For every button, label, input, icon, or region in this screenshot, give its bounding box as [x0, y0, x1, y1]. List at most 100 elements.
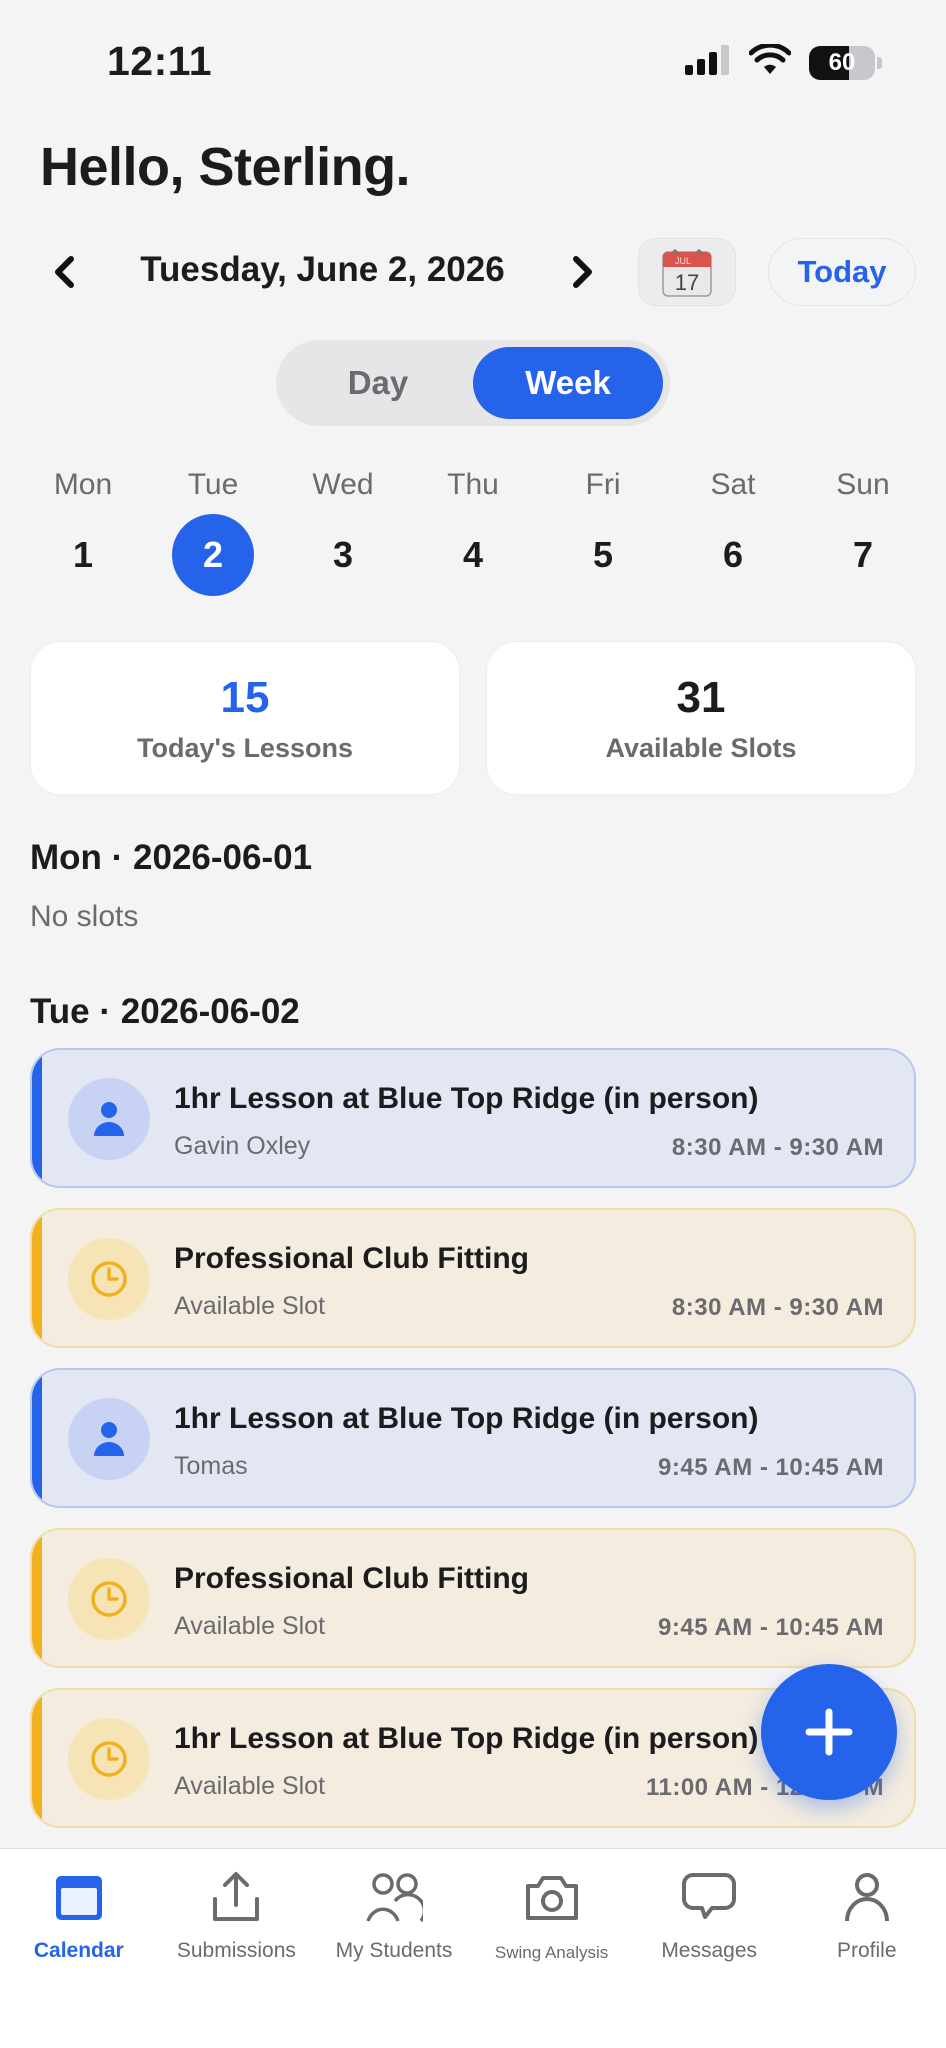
calendar-icon: JUL 17	[662, 249, 712, 297]
tab-label: Profile	[837, 1939, 897, 1962]
week-day[interactable]: Wed 3	[278, 460, 408, 596]
calendar-icon-day: 17	[675, 270, 699, 295]
slot-subtitle: Gavin Oxley	[174, 1132, 311, 1160]
clock-icon	[68, 1718, 150, 1800]
empty-slots-text: No slots	[30, 900, 139, 933]
weekday-name: Tue	[187, 468, 239, 501]
tab-bar: Calendar Submissions My Students Swing A…	[0, 1848, 946, 2048]
week-day[interactable]: Mon 1	[18, 460, 148, 596]
available-slots-label: Available Slots	[605, 732, 797, 763]
available-slot-card[interactable]: Professional Club Fitting Available Slot 8…	[30, 1208, 916, 1348]
slot-accent-bar	[32, 1690, 42, 1826]
week-day[interactable]: Fri 5	[538, 460, 668, 596]
slot-title: Professional Club Fitting	[174, 1242, 530, 1275]
week-view-option[interactable]: Week	[473, 347, 663, 419]
battery-level: 60	[828, 48, 856, 76]
add-slot-button[interactable]	[761, 1664, 897, 1800]
tab-label: Messages	[661, 1939, 758, 1962]
message-icon	[679, 1867, 739, 1927]
stats-row: 15 Today's Lessons 31 Available Slots	[30, 641, 916, 795]
available-slots-card: 31 Available Slots	[486, 641, 916, 795]
chevron-left-icon	[55, 256, 74, 288]
weekday-name: Sat	[710, 468, 756, 501]
slot-accent-bar	[32, 1530, 42, 1666]
calendar-icon	[49, 1867, 109, 1927]
signal-icon	[685, 45, 731, 80]
weekday-name: Wed	[312, 468, 374, 501]
slot-accent-bar	[32, 1050, 42, 1186]
greeting: Hello, Sterling.	[40, 137, 411, 197]
section-header-mon: Mon · 2026-06-01	[30, 838, 313, 877]
tab-label: My Students	[335, 1939, 453, 1962]
weekday-name: Fri	[585, 468, 621, 501]
tab-label: Calendar	[33, 1939, 124, 1962]
slot-time: 9:45 AM - 10:45 AM	[658, 1614, 884, 1641]
date-picker-button[interactable]: JUL 17	[638, 238, 736, 306]
current-date: Tuesday, June 2, 2026	[140, 250, 505, 289]
status-bar: 12:11 60	[0, 0, 946, 120]
slot-subtitle: Available Slot	[174, 1292, 326, 1320]
todays-lessons-card: 15 Today's Lessons	[30, 641, 460, 795]
battery-cap	[877, 56, 882, 69]
tab-calendar[interactable]: Calendar	[0, 1849, 158, 2048]
weekday-number: 3	[332, 534, 354, 575]
week-strip: Mon 1 Tue 2 Wed 3 Thu 4 Fri 5 Sat 6 Sun 7	[18, 460, 928, 596]
weekday-number: 5	[592, 534, 614, 575]
upload-icon	[206, 1867, 266, 1927]
tab-label: Submissions	[176, 1939, 296, 1962]
booked-lesson-card[interactable]: 1hr Lesson at Blue Top Ridge (in person)…	[30, 1048, 916, 1188]
slot-title: 1hr Lesson at Blue Top Ridge (in person)	[174, 1402, 759, 1435]
tab-swing-analysis[interactable]: Swing Analysis	[473, 1849, 631, 2048]
todays-lessons-label: Today's Lessons	[137, 732, 353, 763]
selected-weekday-number: 2	[172, 514, 254, 596]
weekday-number: 1	[72, 534, 94, 575]
date-navigation: Tuesday, June 2, 2026 JUL 17 Today	[0, 236, 946, 310]
slot-title: Professional Club Fitting	[174, 1562, 530, 1595]
slot-subtitle: Tomas	[174, 1452, 248, 1480]
section-header-tue: Tue · 2026-06-02	[30, 992, 300, 1031]
battery-icon: 60	[809, 45, 875, 80]
next-date-button[interactable]	[553, 242, 613, 302]
chevron-right-icon	[573, 256, 592, 288]
booked-lesson-card[interactable]: 1hr Lesson at Blue Top Ridge (in person)…	[30, 1368, 916, 1508]
status-icons: 60	[685, 42, 882, 81]
wifi-icon	[748, 42, 792, 81]
week-day[interactable]: Thu 4	[408, 460, 538, 596]
tab-my-students[interactable]: My Students	[315, 1849, 473, 2048]
slot-time: 9:45 AM - 10:45 AM	[658, 1454, 884, 1481]
students-icon	[364, 1867, 424, 1927]
slot-accent-bar	[32, 1210, 42, 1346]
available-slot-card[interactable]: Professional Club Fitting Available Slot 9…	[30, 1528, 916, 1668]
weekday-name: Sun	[836, 468, 890, 501]
calendar-icon-month: JUL	[675, 256, 691, 266]
tab-submissions[interactable]: Submissions	[158, 1849, 316, 2048]
weekday-name: Mon	[53, 468, 113, 501]
person-icon	[68, 1398, 150, 1480]
weekday-number: 6	[722, 534, 744, 575]
week-day[interactable]: Sat 6	[668, 460, 798, 596]
slot-time: 8:30 AM - 9:30 AM	[671, 1294, 884, 1321]
status-time: 12:11	[107, 38, 213, 84]
tab-profile[interactable]: Profile	[788, 1849, 946, 2048]
slot-subtitle: Available Slot	[174, 1772, 326, 1800]
slot-title: 1hr Lesson at Blue Top Ridge (in person)	[174, 1722, 759, 1755]
week-day[interactable]: Sun 7	[798, 460, 928, 596]
person-icon	[68, 1078, 150, 1160]
plus-icon	[805, 1708, 853, 1756]
slot-title: 1hr Lesson at Blue Top Ridge (in person)	[174, 1082, 759, 1115]
today-button[interactable]: Today	[768, 238, 916, 306]
clock-icon	[68, 1238, 150, 1320]
previous-date-button[interactable]	[34, 242, 94, 302]
todays-lessons-count: 15	[220, 672, 270, 722]
view-toggle: Day Week	[276, 340, 670, 426]
weekday-number: 7	[852, 534, 874, 575]
day-view-option[interactable]: Day	[283, 347, 473, 419]
tab-label: Swing Analysis	[494, 1943, 609, 1962]
slot-time: 8:30 AM - 9:30 AM	[671, 1134, 884, 1161]
slot-accent-bar	[32, 1370, 42, 1506]
tab-messages[interactable]: Messages	[630, 1849, 788, 2048]
weekday-name: Thu	[447, 468, 499, 501]
week-day[interactable]: Tue 2	[148, 460, 278, 596]
camera-icon	[522, 1867, 582, 1927]
weekday-number: 4	[462, 534, 484, 575]
